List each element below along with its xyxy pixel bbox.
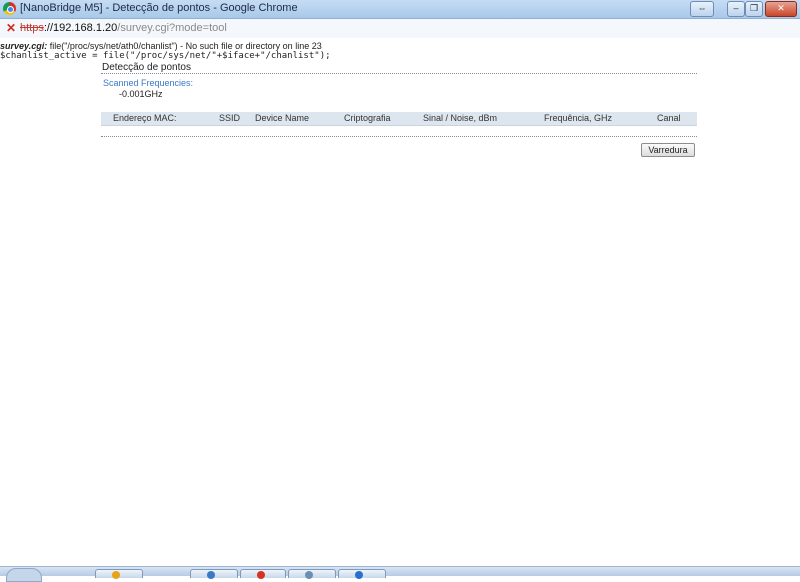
app-icon bbox=[207, 571, 215, 579]
app-icon bbox=[305, 571, 313, 579]
address-bar[interactable]: ✕ https://192.168.1.20/survey.cgi?mode=t… bbox=[0, 19, 800, 39]
error-message: file("/proc/sys/net/ath0/chanlist") - No… bbox=[47, 41, 322, 51]
scanned-frequencies-value: -0.001GHz bbox=[119, 89, 163, 99]
scan-button[interactable]: Varredura bbox=[641, 143, 695, 157]
chrome-icon bbox=[3, 2, 16, 15]
switch-window-button[interactable]: ⇔ bbox=[690, 1, 714, 17]
close-button[interactable]: ✕ bbox=[765, 1, 797, 17]
column-encryption[interactable]: Criptografia bbox=[344, 113, 391, 123]
scanned-frequencies-label: Scanned Frequencies: bbox=[103, 78, 194, 88]
maximize-button[interactable]: ❐ bbox=[745, 1, 763, 17]
url-text[interactable]: https://192.168.1.20/survey.cgi?mode=too… bbox=[20, 22, 227, 34]
page-title: Detecção de pontos bbox=[102, 62, 191, 73]
app-icon bbox=[355, 571, 363, 579]
taskbar-app-3[interactable] bbox=[240, 569, 286, 579]
survey-table-header: Endereço MAC: SSID Device Name Criptogra… bbox=[101, 112, 697, 126]
taskbar-app-5[interactable] bbox=[338, 569, 386, 579]
column-frequency[interactable]: Frequência, GHz bbox=[544, 113, 612, 123]
divider-top bbox=[101, 73, 697, 74]
divider-bottom bbox=[101, 136, 697, 137]
url-host: ://192.168.1.20 bbox=[43, 22, 118, 34]
taskbar-app-2[interactable] bbox=[190, 569, 238, 579]
window-title: [NanoBridge M5] - Detecção de pontos - G… bbox=[20, 2, 298, 14]
app-icon bbox=[257, 571, 265, 579]
url-path: /survey.cgi?mode=tool bbox=[117, 22, 227, 34]
folder-icon bbox=[112, 571, 120, 579]
url-protocol: https bbox=[20, 22, 44, 34]
window-title-bar[interactable]: [NanoBridge M5] - Detecção de pontos - G… bbox=[0, 0, 800, 19]
column-device-name[interactable]: Device Name bbox=[255, 113, 309, 123]
minimize-button[interactable]: – bbox=[727, 1, 745, 17]
start-button[interactable] bbox=[6, 568, 42, 582]
column-mac-address[interactable]: Endereço MAC: bbox=[113, 113, 177, 123]
insecure-x-icon[interactable]: ✕ bbox=[6, 22, 16, 34]
php-error-line: survey.cgi: file("/proc/sys/net/ath0/cha… bbox=[0, 41, 322, 51]
column-ssid[interactable]: SSID bbox=[219, 113, 240, 123]
php-code-line: $chanlist_active = file("/proc/sys/net/"… bbox=[0, 51, 331, 61]
taskbar-app-4[interactable] bbox=[288, 569, 336, 579]
taskbar-app-1[interactable] bbox=[95, 569, 143, 579]
column-channel[interactable]: Canal bbox=[657, 113, 681, 123]
column-signal-noise[interactable]: Sinal / Noise, dBm bbox=[423, 113, 497, 123]
error-source: survey.cgi: bbox=[0, 41, 48, 51]
page-content: survey.cgi: file("/proc/sys/net/ath0/cha… bbox=[0, 38, 800, 566]
